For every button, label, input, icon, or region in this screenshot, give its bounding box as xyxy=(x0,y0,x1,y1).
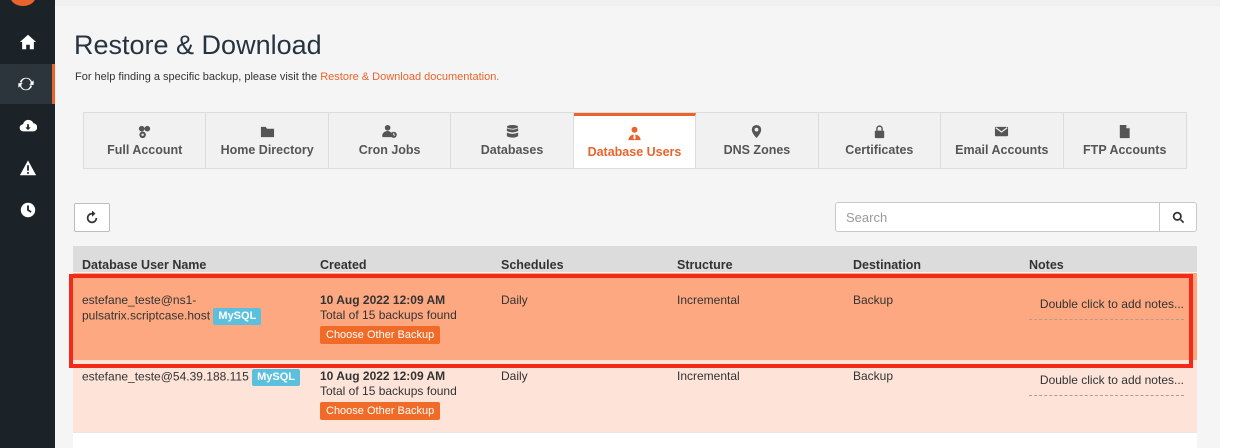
column-header-structure[interactable]: Structure xyxy=(677,258,733,272)
backups-found: Total of 15 backups found xyxy=(320,308,457,322)
tab-databases[interactable]: Databases xyxy=(451,113,574,168)
tab-label: Database Users xyxy=(587,144,682,159)
logo-icon[interactable] xyxy=(10,0,36,6)
file-icon xyxy=(1120,124,1130,139)
refresh-button[interactable] xyxy=(74,203,110,232)
envelope-icon xyxy=(995,126,1009,137)
documentation-link[interactable]: Restore & Download documentation. xyxy=(320,71,499,83)
tab-cron-jobs[interactable]: Cron Jobs xyxy=(329,113,452,168)
user-name-cell: estefane_teste@54.39.188.115 MySQL xyxy=(82,369,317,386)
sidebar-item-restore[interactable] xyxy=(0,64,55,104)
tab-email-accounts[interactable]: Email Accounts xyxy=(941,113,1064,168)
tab-label: Databases xyxy=(480,143,544,157)
tab-home-directory[interactable]: Home Directory xyxy=(206,113,329,168)
tab-label: Cron Jobs xyxy=(358,143,421,157)
mysql-badge: MySQL xyxy=(213,308,262,325)
tab-label: Certificates xyxy=(845,143,914,157)
sidebar-item-home[interactable] xyxy=(0,22,55,62)
created-cell: 10 Aug 2022 12:09 AM Total of 15 backups… xyxy=(320,293,457,344)
column-header-created[interactable]: Created xyxy=(320,258,367,272)
lock-icon xyxy=(874,125,885,139)
backup-type-tabs: Full Account Home Directory Cron Jobs Da… xyxy=(83,112,1187,169)
sidebar-item-backup[interactable] xyxy=(0,106,55,146)
tab-database-users[interactable]: Database Users xyxy=(573,113,697,168)
user-name-line: estefane_teste@ns1- xyxy=(82,293,197,307)
home-icon xyxy=(19,34,36,50)
backups-found: Total of 15 backups found xyxy=(320,384,457,398)
destination-cell: Backup xyxy=(853,293,894,307)
warning-icon xyxy=(19,160,36,176)
created-date: 10 Aug 2022 12:09 AM xyxy=(320,369,446,383)
help-text: For help finding a specific backup, plea… xyxy=(75,71,499,83)
user-name-cell: estefane_teste@ns1- pulsatrix.scriptcase… xyxy=(82,293,312,325)
tab-label: DNS Zones xyxy=(723,143,791,157)
map-marker-icon xyxy=(752,124,762,139)
sidebar xyxy=(0,0,55,448)
table-row[interactable]: estefane_teste@ns1- pulsatrix.scriptcase… xyxy=(73,273,1197,360)
mysql-badge: MySQL xyxy=(252,369,301,386)
tab-label: Home Directory xyxy=(220,143,314,157)
help-text-prefix: For help finding a specific backup, plea… xyxy=(75,71,321,83)
tab-ftp-accounts[interactable]: FTP Accounts xyxy=(1064,113,1186,168)
users-cog-icon xyxy=(139,125,151,139)
tab-full-account[interactable]: Full Account xyxy=(84,113,207,168)
structure-cell: Incremental xyxy=(677,369,740,383)
tab-label: Full Account xyxy=(107,143,183,157)
schedule-cell: Daily xyxy=(501,369,528,383)
refresh-icon xyxy=(18,77,34,91)
user-name-line: estefane_teste@54.39.188.115 xyxy=(82,369,249,384)
structure-cell: Incremental xyxy=(677,293,740,307)
table-row xyxy=(73,432,1197,448)
user-clock-icon xyxy=(382,124,397,138)
column-header-schedules[interactable]: Schedules xyxy=(501,258,564,272)
tab-label: Email Accounts xyxy=(955,143,1049,157)
clock-icon xyxy=(20,202,35,218)
column-header-user-name[interactable]: Database User Name xyxy=(82,258,206,272)
table-header: Database User Name Created Schedules Str… xyxy=(73,246,1197,272)
tab-dns-zones[interactable]: DNS Zones xyxy=(696,113,819,168)
choose-other-backup-button[interactable]: Choose Other Backup xyxy=(320,402,441,420)
user-name-line: pulsatrix.scriptcase.host MySQL xyxy=(82,308,312,325)
column-header-destination[interactable]: Destination xyxy=(853,258,921,272)
tab-label: FTP Accounts xyxy=(1083,143,1167,157)
search-icon xyxy=(1172,211,1184,223)
database-icon xyxy=(506,124,518,138)
table-row[interactable]: estefane_teste@54.39.188.115 MySQL 10 Au… xyxy=(73,360,1197,432)
sidebar-item-alerts[interactable] xyxy=(0,148,55,188)
choose-other-backup-button[interactable]: Choose Other Backup xyxy=(320,326,441,344)
sidebar-item-schedule[interactable] xyxy=(0,190,55,230)
created-cell: 10 Aug 2022 12:09 AM Total of 15 backups… xyxy=(320,369,457,420)
page-title: Restore & Download xyxy=(74,30,322,60)
tab-certificates[interactable]: Certificates xyxy=(819,113,942,168)
schedule-cell: Daily xyxy=(501,293,528,307)
user-tie-icon xyxy=(628,126,641,140)
redo-icon xyxy=(86,210,98,223)
user-name-host: pulsatrix.scriptcase.host xyxy=(82,308,211,323)
cloud-download-icon xyxy=(19,119,37,132)
column-header-notes[interactable]: Notes xyxy=(1029,258,1064,272)
search-input[interactable] xyxy=(835,202,1160,232)
notes-cell[interactable]: Double click to add notes... xyxy=(1029,297,1184,320)
folder-icon xyxy=(260,126,274,138)
notes-cell[interactable]: Double click to add notes... xyxy=(1029,373,1184,396)
search-button[interactable] xyxy=(1159,202,1197,232)
destination-cell: Backup xyxy=(853,369,894,383)
created-date: 10 Aug 2022 12:09 AM xyxy=(320,293,446,307)
